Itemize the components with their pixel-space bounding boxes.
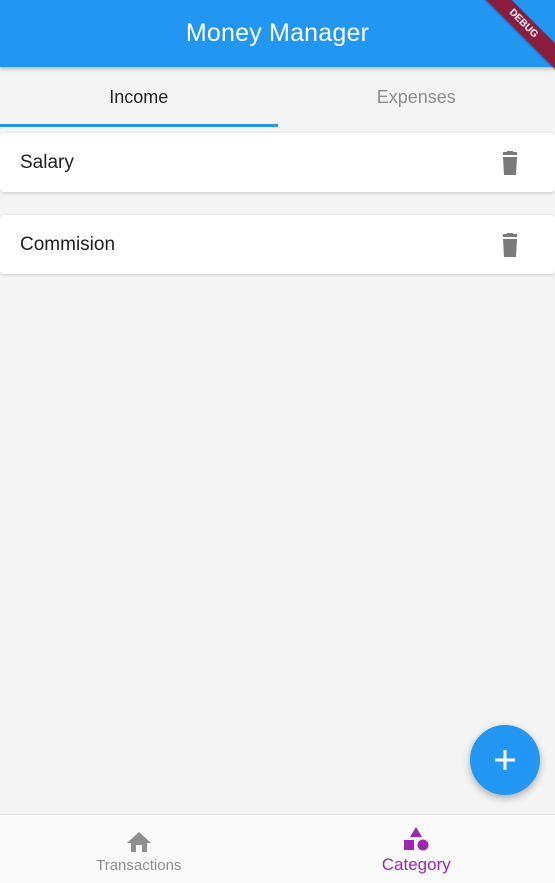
screen: Money Manager DEBUG Income Expenses Sala… (0, 0, 555, 883)
bottom-nav: Transactions Category (0, 814, 555, 883)
tab-income[interactable]: Income (0, 67, 278, 127)
category-card: Salary (0, 133, 555, 192)
nav-transactions-label: Transactions (96, 856, 182, 874)
category-card: Commision (0, 215, 555, 274)
nav-transactions[interactable]: Transactions (0, 815, 278, 883)
category-icon (403, 825, 429, 851)
nav-category[interactable]: Category (278, 815, 555, 883)
category-label: Salary (20, 151, 74, 173)
delete-icon[interactable] (499, 232, 521, 258)
tab-indicator (0, 124, 278, 127)
tab-bar: Income Expenses (0, 67, 555, 127)
home-icon (126, 827, 152, 853)
app-bar: Money Manager (0, 0, 555, 67)
add-icon (495, 750, 515, 770)
tab-expenses[interactable]: Expenses (278, 67, 555, 127)
add-category-button[interactable] (470, 725, 540, 795)
nav-category-label: Category (381, 855, 451, 874)
tab-expenses-label: Expenses (376, 86, 456, 107)
tab-income-label: Income (109, 86, 169, 107)
delete-icon[interactable] (499, 150, 521, 176)
category-label: Commision (20, 233, 116, 255)
category-list: Salary Commision (0, 133, 555, 297)
app-title: Money Manager (185, 19, 370, 47)
